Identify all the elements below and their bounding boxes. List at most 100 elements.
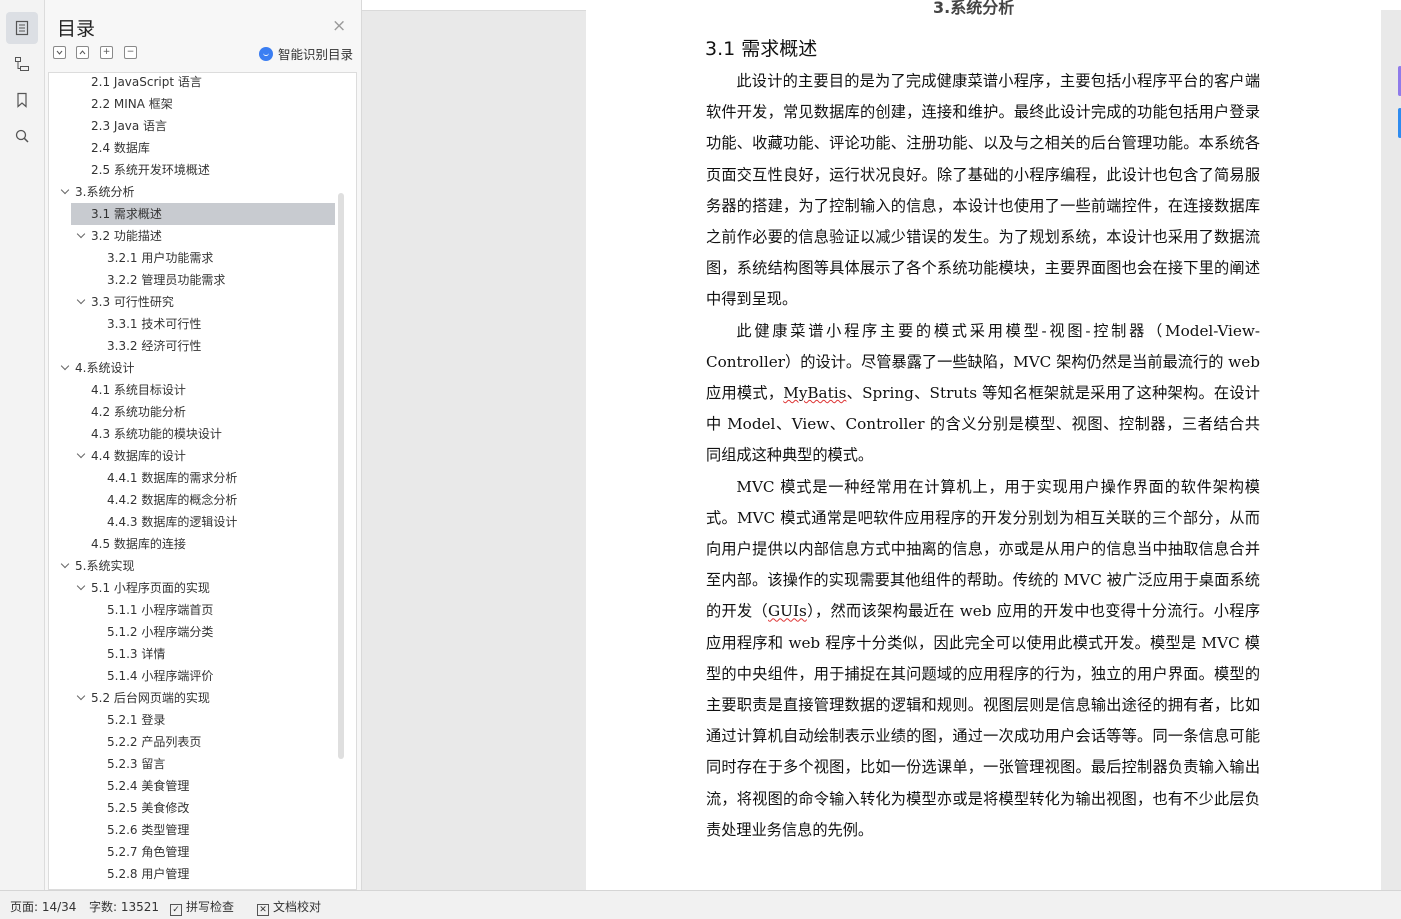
search-icon[interactable] (6, 120, 38, 152)
toc-item[interactable]: 4.4.3 数据库的逻辑设计 (49, 511, 339, 533)
add-entry-icon[interactable]: + (100, 46, 113, 59)
toc-item-selected[interactable]: 3.1 需求概述 (71, 203, 335, 225)
ai-recognize-toc-button[interactable]: 智能识别目录 (259, 44, 353, 63)
chevron-down-icon[interactable] (77, 231, 85, 239)
spell-flagged-word[interactable]: MyBatis (783, 384, 846, 402)
toc-item-label: 5.2.6 类型管理 (107, 823, 190, 837)
toc-item[interactable]: 5.1.1 小程序端首页 (49, 599, 339, 621)
toc-item[interactable]: 2.4 数据库 (49, 137, 339, 159)
toc-item-label: 3.3 可行性研究 (91, 295, 174, 309)
toc-item[interactable]: 3.3.1 技术可行性 (49, 313, 339, 335)
left-icon-bar (0, 0, 45, 890)
toc-item-label: 2.5 系统开发环境概述 (91, 163, 210, 177)
status-bar: 页面: 14/34 字数: 13521 ✓ 拼写检查 ✕ 文档校对 (0, 890, 1401, 919)
toc-item[interactable]: 3.3.2 经济可行性 (49, 335, 339, 357)
toc-item[interactable]: 2.3 Java 语言 (49, 115, 339, 137)
toc-item-label: 5.2.3 留言 (107, 757, 166, 771)
word-count[interactable]: 字数: 13521 (89, 898, 159, 915)
toc-item[interactable]: 2.1 JavaScript 语言 (49, 73, 339, 93)
toc-item[interactable]: 4.3 系统功能的模块设计 (49, 423, 339, 445)
close-icon[interactable]: × (332, 16, 346, 36)
toc-item[interactable]: 5.1.4 小程序端评价 (49, 665, 339, 687)
chevron-down-icon[interactable] (61, 187, 69, 195)
toc-item[interactable]: 5.2.2 产品列表页 (49, 731, 339, 753)
toc-list: 2.1 JavaScript 语言 2.2 MINA 框架 2.3 Java 语… (48, 72, 357, 890)
toc-item[interactable]: 4.1 系统目标设计 (49, 379, 339, 401)
toc-scrollbar[interactable] (338, 193, 344, 759)
toc-item[interactable]: 5.1.2 小程序端分类 (49, 621, 339, 643)
toc-item[interactable]: 3.2.1 用户功能需求 (49, 247, 339, 269)
proofread-icon: ✕ (257, 904, 269, 916)
outline-icon[interactable] (6, 12, 38, 44)
toc-item-label: 3.3.2 经济可行性 (107, 339, 202, 353)
toc-item-label: 3.3.1 技术可行性 (107, 317, 202, 331)
toc-item[interactable]: 5.2.3 留言 (49, 753, 339, 775)
toc-item[interactable]: 3.3 可行性研究 (49, 291, 339, 313)
toc-item-label: 4.1 系统目标设计 (91, 383, 186, 397)
spell-check-button[interactable]: ✓ 拼写检查 (170, 898, 234, 916)
toc-item[interactable]: 5.2.1 登录 (49, 709, 339, 731)
toc-item-label: 3.2 功能描述 (91, 229, 162, 243)
toc-item-label: 2.4 数据库 (91, 141, 150, 155)
toc-item-label: 4.2 系统功能分析 (91, 405, 186, 419)
toc-item-label: 2.3 Java 语言 (91, 119, 168, 133)
toc-item[interactable]: 3.2.2 管理员功能需求 (49, 269, 339, 291)
toc-item-label: 4.4 数据库的设计 (91, 449, 186, 463)
toc-item-label: 5.1.1 小程序端首页 (107, 603, 214, 617)
toc-item[interactable]: 2.2 MINA 框架 (49, 93, 339, 115)
section-heading: 3.1 需求概述 (705, 38, 818, 60)
toc-item-label: 5.1.2 小程序端分类 (107, 625, 214, 639)
toc-item[interactable]: 4.4 数据库的设计 (49, 445, 339, 467)
bookmark-icon[interactable] (6, 84, 38, 116)
toc-item[interactable]: 3.系统分析 (49, 181, 339, 203)
toc-item[interactable]: 4.4.1 数据库的需求分析 (49, 467, 339, 489)
toc-item-label: 5.2.7 角色管理 (107, 845, 190, 859)
toc-panel: 目录 × + − 智能识别目录 2.1 JavaScript 语言 2.2 MI… (45, 0, 362, 890)
remove-entry-icon[interactable]: − (124, 46, 137, 59)
page-indicator[interactable]: 页面: 14/34 (10, 898, 76, 915)
chevron-down-icon[interactable] (61, 363, 69, 371)
chevron-down-icon[interactable] (77, 583, 85, 591)
chevron-down-icon[interactable] (77, 297, 85, 305)
spell-flagged-word[interactable]: GUIs (768, 602, 807, 620)
chevron-down-icon[interactable] (61, 561, 69, 569)
toc-item[interactable]: 5.2.7 角色管理 (49, 841, 339, 863)
expand-all-icon[interactable] (53, 46, 66, 59)
right-edge-bar (1381, 10, 1401, 890)
toc-item[interactable]: 5.2.8 用户管理 (49, 863, 339, 885)
toc-item-label: 4.3 系统功能的模块设计 (91, 427, 222, 441)
text-run: ），然而该架构最近在 web 应用的开发中也变得十分流行。小程序应用程序和 we… (706, 602, 1261, 839)
toc-item[interactable]: 5.2.5 美食修改 (49, 797, 339, 819)
tree-structure-icon[interactable] (6, 48, 38, 80)
toc-item[interactable]: 5.1.3 详情 (49, 643, 339, 665)
proofread-button[interactable]: ✕ 文档校对 (257, 898, 321, 916)
paragraph: 此健康菜谱小程序主要的模式采用模型-视图-控制器（Model-View-Cont… (706, 316, 1260, 472)
toc-item-label: 5.2.1 登录 (107, 713, 166, 727)
chevron-down-icon[interactable] (77, 693, 85, 701)
collapse-all-icon[interactable] (76, 46, 89, 59)
toc-item-label: 2.2 MINA 框架 (91, 97, 173, 111)
document-body: 此设计的主要目的是为了完成健康菜谱小程序，主要包括小程序平台的客户端软件开发，常… (706, 66, 1260, 846)
toc-item[interactable]: 4.4.2 数据库的概念分析 (49, 489, 339, 511)
toc-item[interactable]: 4.2 系统功能分析 (49, 401, 339, 423)
toc-item-label: 4.4.1 数据库的需求分析 (107, 471, 238, 485)
toc-item-label: 3.2.1 用户功能需求 (107, 251, 214, 265)
toc-item-label: 4.5 数据库的连接 (91, 537, 186, 551)
toc-item[interactable]: 5.1 小程序页面的实现 (49, 577, 339, 599)
toc-item-label: 3.2.2 管理员功能需求 (107, 273, 226, 287)
paragraph: 此设计的主要目的是为了完成健康菜谱小程序，主要包括小程序平台的客户端软件开发，常… (706, 72, 1260, 309)
ai-robot-icon (259, 46, 273, 61)
check-icon: ✓ (170, 904, 182, 916)
toc-item[interactable]: 5.2.6 类型管理 (49, 819, 339, 841)
toc-item[interactable]: 5.系统实现 (49, 555, 339, 577)
toc-item[interactable]: 2.5 系统开发环境概述 (49, 159, 339, 181)
chevron-down-icon[interactable] (77, 451, 85, 459)
toc-item[interactable]: 4.5 数据库的连接 (49, 533, 339, 555)
toc-item-label: 5.1 小程序页面的实现 (91, 581, 210, 595)
toc-item[interactable]: 5.2 后台网页端的实现 (49, 687, 339, 709)
toc-item[interactable]: 4.系统设计 (49, 357, 339, 379)
toc-item-label: 4.4.2 数据库的概念分析 (107, 493, 238, 507)
toc-item[interactable]: 5.2.4 美食管理 (49, 775, 339, 797)
paragraph: MVC 模式是一种经常用在计算机上，用于实现用户操作界面的软件架构模式。MVC … (706, 472, 1260, 846)
toc-item[interactable]: 3.2 功能描述 (49, 225, 339, 247)
